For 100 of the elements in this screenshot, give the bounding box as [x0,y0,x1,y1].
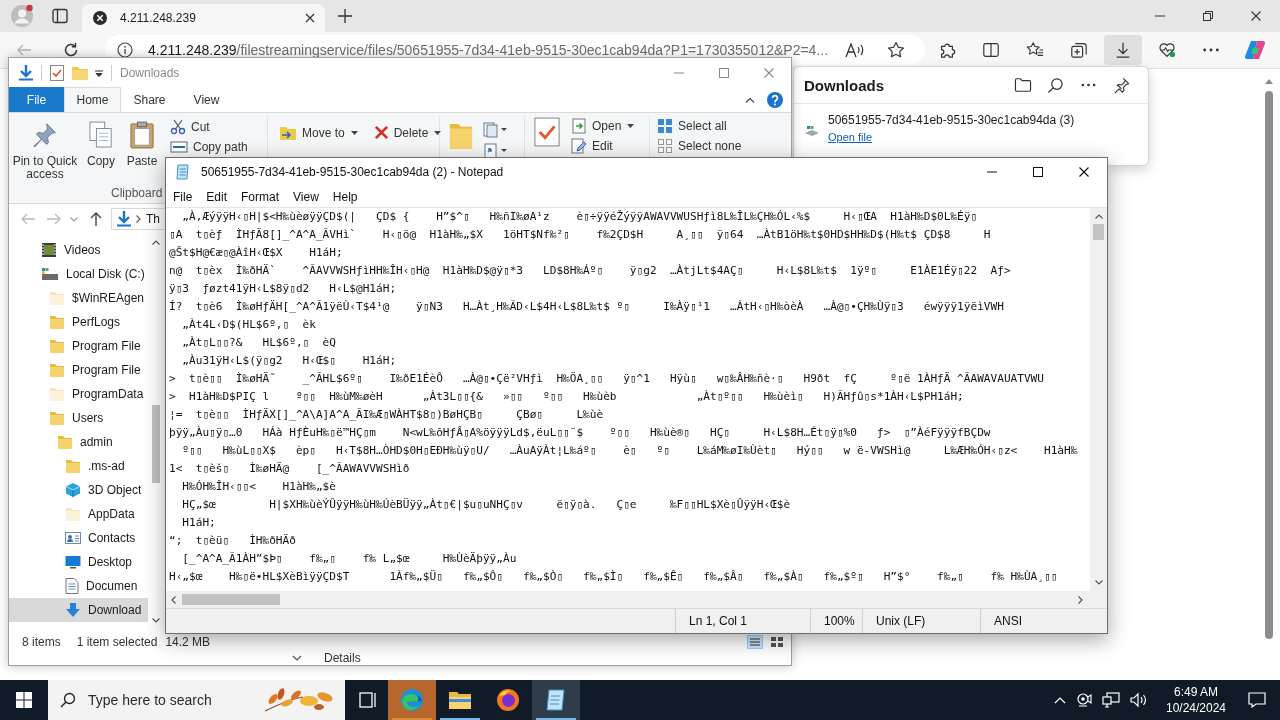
star-icon[interactable] [887,41,905,59]
browser-tab[interactable]: 4.211.248.239 [82,4,325,32]
select-none-button[interactable]: Select none [654,137,745,154]
text-line: „Àu31ÿH‹L$(ÿ▯g2 H‹Œ$▯ H1áH; [181,353,398,369]
close-icon[interactable] [305,13,315,23]
scissors-icon [170,118,186,135]
open-file-link[interactable]: Open file [828,128,873,146]
ribbon-tab[interactable]: Share [121,87,178,112]
page-arrow-icon[interactable] [483,143,507,159]
nav-tree-item[interactable]: Program File [9,334,148,358]
read-aloud-icon[interactable] [845,41,865,59]
selection-count: 1 item selected [76,635,158,649]
chevron-up-icon[interactable] [1054,696,1066,704]
scrollbar-thumb[interactable] [1093,224,1104,240]
split-screen-icon[interactable] [982,41,1000,59]
nav-tree-item[interactable]: Download [9,598,148,622]
scrollbar-thumb[interactable] [152,405,160,483]
caret-up-icon[interactable] [745,96,755,103]
windows-logo-icon[interactable] [16,692,32,708]
caret-down-icon[interactable] [95,68,103,77]
notepad-taskbar-button[interactable] [532,680,580,720]
nav-tree-item[interactable]: $WinREAgen [9,286,148,310]
details-view-icon[interactable] [747,635,763,649]
large-icons-view-icon[interactable] [769,635,785,649]
cursor-position: Ln 1, Col 1 [675,609,810,633]
search-icon[interactable] [1047,76,1064,94]
pin-to-quick-access-button[interactable]: Pin to Quick access [9,118,81,186]
pages-icon[interactable] [483,122,507,138]
copy-button[interactable]: Copy [81,118,121,186]
select-all-button[interactable]: Select all [654,117,745,134]
collections-icon[interactable] [1070,41,1088,59]
ribbon-tab[interactable]: View [178,87,235,112]
scrollbar-thumb[interactable] [1265,91,1273,639]
new-tab-icon[interactable] [338,9,352,23]
menu-item[interactable]: View [286,187,326,206]
ribbon-tab[interactable]: Home [64,87,121,112]
favorites-icon[interactable] [1026,41,1044,59]
refresh-icon[interactable] [63,42,79,58]
clock-date[interactable]: 10/24/2024 [1165,700,1227,716]
heart-pulse-icon[interactable] [1158,41,1176,59]
taskbar-search-field[interactable]: Type here to search [48,680,345,720]
nav-tree-item[interactable]: ProgramData [9,382,148,406]
edit-button[interactable]: Edit [568,137,638,154]
check-page-icon[interactable] [50,64,64,81]
speaker-icon[interactable] [1130,692,1148,708]
puzzle-piece-icon[interactable] [938,41,956,59]
network-icon[interactable] [1102,692,1120,708]
download-arrow-icon[interactable] [19,64,33,81]
file-menu-tab[interactable]: File [9,87,64,112]
cut-button[interactable]: Cut [167,118,251,135]
downloads-button[interactable] [1104,35,1142,65]
copilot-icon[interactable] [1244,39,1266,61]
clock-time[interactable]: 6:49 AM [1174,684,1218,700]
chevron-down-icon[interactable] [292,655,302,661]
task-view-icon[interactable] [359,692,377,708]
up-arrow-icon[interactable] [90,212,102,226]
details-label[interactable]: Details [324,651,361,665]
nav-tree-item[interactable]: PerfLogs [9,310,148,334]
menu-item[interactable]: Edit [199,187,235,206]
text-line: º▯▯ H‰ùL▯▯X$ èp▯ H‹T$8H…ÒHD$0H▯EÐH‰ùÿ▯U/ …ÀuAÿÀt¦L‰áº▯ è▯ º▯ L‰áM‰øI‰Ùèt▯ Hý▯▯ w ë-VWSHì@ L‰ÆH‰ÓH‹▯z< H1àH‰ [181,443,1079,459]
nav-tree-item[interactable]: admin [9,430,148,454]
close-icon[interactable] [1251,11,1261,21]
nav-tree-item[interactable]: Program File [9,358,148,382]
tab-actions-icon[interactable] [52,8,68,24]
nav-tree-item[interactable]: Videos [9,238,148,262]
more-icon[interactable] [1202,48,1220,52]
text-line: H‰ÓH‰ÎH‹▯▯< H1àH‰„$è [181,479,337,495]
profile-avatar-icon[interactable] [10,4,34,28]
pin-icon[interactable] [1113,76,1130,94]
webcam-icon[interactable] [1076,692,1092,708]
folder-icon[interactable] [1013,77,1032,93]
help-icon[interactable] [767,91,783,108]
scroll-up-arrow-icon[interactable] [1265,79,1273,84]
delete-button[interactable]: Delete [370,124,445,141]
close-icon[interactable] [1079,167,1089,177]
paste-button[interactable]: Paste [121,118,163,186]
info-icon[interactable] [117,42,133,58]
scrollbar-thumb[interactable] [182,594,280,605]
address-field[interactable]: Th [111,208,164,230]
text-line: @Št$H@€æ▯@ÀîH‹Œ$X H1áH; [169,245,344,261]
nav-tree-item[interactable]: 3D Object [9,478,148,502]
chevron-right-icon [136,215,141,223]
nav-tree-item[interactable]: Documen [9,574,148,598]
nav-tree-item[interactable]: Local Disk (C:) [9,262,148,286]
menu-item[interactable]: Format [234,187,287,206]
nav-tree-item[interactable]: Contacts [9,526,148,550]
menu-item[interactable]: Help [325,187,365,206]
open-button[interactable]: Open [568,117,638,134]
maximize-icon[interactable] [1033,167,1043,177]
notification-icon[interactable] [1248,692,1266,708]
nav-tree-item[interactable]: .ms-ad [9,454,148,478]
restore-icon[interactable] [1203,11,1213,21]
nav-tree-item[interactable]: AppData [9,502,148,526]
nav-tree-item[interactable]: Users [9,406,148,430]
menu-item[interactable]: File [166,187,200,206]
move-to-button[interactable]: Move to [276,124,361,141]
nav-tree-item[interactable]: Desktop [9,550,148,574]
check-page-icon[interactable] [534,117,560,147]
copy-path-button[interactable]: Copy path [167,138,251,155]
more-icon[interactable] [1081,83,1096,87]
